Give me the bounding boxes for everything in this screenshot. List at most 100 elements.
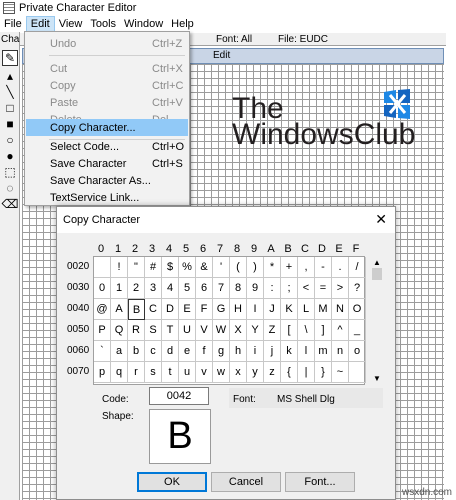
character-cell[interactable]: ] — [315, 320, 332, 341]
cancel-button[interactable]: Cancel — [211, 472, 281, 492]
character-cell[interactable]: < — [298, 278, 315, 299]
character-cell[interactable]: Q — [111, 320, 128, 341]
character-cell[interactable]: V — [196, 320, 213, 341]
character-cell[interactable]: 5 — [179, 278, 196, 299]
character-cell[interactable]: I — [247, 299, 264, 320]
menu-help[interactable]: Help — [167, 16, 198, 32]
character-cell[interactable]: f — [196, 341, 213, 362]
character-cell[interactable]: l — [298, 341, 315, 362]
menu-item-paste[interactable]: Paste Ctrl+V — [26, 94, 188, 111]
character-cell[interactable]: . — [332, 257, 349, 278]
character-cell[interactable]: K — [281, 299, 298, 320]
character-cell[interactable]: U — [179, 320, 196, 341]
character-cell[interactable]: a — [111, 341, 128, 362]
menu-item-save-character[interactable]: Save Character Ctrl+S — [26, 155, 188, 172]
character-cell[interactable]: w — [213, 362, 230, 383]
character-cell[interactable]: n — [332, 341, 349, 362]
character-table[interactable]: ! " # $% & '() * +, -./ 0 1 2 3 4 5 6 7 8 9:; < = >? @ A B C D E F G H… — [93, 256, 366, 385]
character-cell[interactable]: z — [264, 362, 281, 383]
character-cell[interactable]: X — [230, 320, 247, 341]
menu-item-save-character-as[interactable]: Save Character As... — [26, 172, 188, 189]
character-cell[interactable]: ' — [213, 257, 230, 278]
character-cell[interactable]: d — [162, 341, 179, 362]
character-cell[interactable]: 4 — [162, 278, 179, 299]
rectangular-selection-tool-icon[interactable]: ⬚ — [2, 164, 18, 180]
character-cell[interactable]: m — [315, 341, 332, 362]
character-cell[interactable]: } — [315, 362, 332, 383]
character-cell[interactable]: ; — [281, 278, 298, 299]
character-cell[interactable]: + — [281, 257, 298, 278]
character-cell[interactable]: T — [162, 320, 179, 341]
character-cell[interactable]: | — [298, 362, 315, 383]
character-cell[interactable]: o — [349, 341, 366, 362]
character-cell[interactable]: ( — [230, 257, 247, 278]
character-cell[interactable]: c — [145, 341, 162, 362]
character-cell[interactable]: p — [94, 362, 111, 383]
character-cell[interactable]: Y — [247, 320, 264, 341]
character-cell[interactable]: G — [213, 299, 230, 320]
menu-view[interactable]: View — [55, 16, 87, 32]
character-cell[interactable]: [ — [281, 320, 298, 341]
menu-item-undo[interactable]: Undo Ctrl+Z — [26, 35, 188, 52]
character-cell[interactable]: 3 — [145, 278, 162, 299]
character-cell[interactable]: _ — [349, 320, 366, 341]
menu-file[interactable]: File — [0, 16, 26, 32]
character-cell[interactable]: R — [128, 320, 145, 341]
menu-item-cut[interactable]: Cut Ctrl+X — [26, 60, 188, 77]
character-cell[interactable]: B — [128, 299, 145, 320]
character-cell[interactable]: 6 — [196, 278, 213, 299]
character-cell[interactable]: $ — [162, 257, 179, 278]
character-cell[interactable]: L — [298, 299, 315, 320]
character-cell[interactable]: - — [315, 257, 332, 278]
character-cell[interactable]: N — [332, 299, 349, 320]
character-cell[interactable]: h — [230, 341, 247, 362]
filled-ellipse-tool-icon[interactable]: ● — [2, 148, 18, 164]
character-cell[interactable]: ! — [111, 257, 128, 278]
menu-window[interactable]: Window — [120, 16, 167, 32]
menu-tools[interactable]: Tools — [86, 16, 120, 32]
character-cell[interactable]: 7 — [213, 278, 230, 299]
character-cell[interactable]: E — [179, 299, 196, 320]
character-cell[interactable]: ^ — [332, 320, 349, 341]
character-cell[interactable]: x — [230, 362, 247, 383]
character-cell[interactable]: e — [179, 341, 196, 362]
character-cell[interactable]: " — [128, 257, 145, 278]
character-cell[interactable]: u — [179, 362, 196, 383]
character-cell[interactable]: Z — [264, 320, 281, 341]
menu-item-textservice-link[interactable]: TextService Link... — [26, 189, 188, 206]
menu-item-copy[interactable]: Copy Ctrl+C — [26, 77, 188, 94]
hollow-rectangle-tool-icon[interactable]: □ — [2, 100, 18, 116]
pencil-tool-icon[interactable]: ✎ — [2, 50, 18, 66]
character-cell[interactable]: & — [196, 257, 213, 278]
character-cell[interactable]: M — [315, 299, 332, 320]
character-cell[interactable]: H — [230, 299, 247, 320]
character-cell[interactable]: k — [281, 341, 298, 362]
filled-rectangle-tool-icon[interactable]: ■ — [2, 116, 18, 132]
character-cell[interactable]: t — [162, 362, 179, 383]
hollow-ellipse-tool-icon[interactable]: ○ — [2, 132, 18, 148]
character-cell[interactable]: J — [264, 299, 281, 320]
table-scrollbar[interactable]: ▲ ▼ — [370, 256, 384, 385]
close-icon[interactable]: ✕ — [375, 211, 387, 228]
menu-item-select-code[interactable]: Select Code... Ctrl+O — [26, 138, 188, 155]
character-cell[interactable]: : — [264, 278, 281, 299]
character-cell[interactable]: % — [179, 257, 196, 278]
character-cell[interactable]: { — [281, 362, 298, 383]
freeform-selection-tool-icon[interactable]: ◌ — [2, 180, 18, 196]
character-cell[interactable]: 8 — [230, 278, 247, 299]
brush-tool-icon[interactable]: ▴ — [2, 68, 18, 84]
character-cell[interactable]: y — [247, 362, 264, 383]
character-cell[interactable]: O — [349, 299, 366, 320]
character-cell[interactable]: ~ — [332, 362, 349, 383]
eraser-tool-icon[interactable]: ⌫ — [2, 196, 19, 212]
scroll-up-icon[interactable]: ▲ — [373, 258, 381, 267]
character-cell[interactable]: b — [128, 341, 145, 362]
character-cell[interactable]: @ — [94, 299, 111, 320]
character-cell[interactable]: / — [349, 257, 366, 278]
character-cell[interactable]: = — [315, 278, 332, 299]
character-cell[interactable]: \ — [298, 320, 315, 341]
character-cell[interactable]: P — [94, 320, 111, 341]
character-cell[interactable] — [349, 362, 366, 383]
character-cell[interactable]: g — [213, 341, 230, 362]
character-cell[interactable]: D — [162, 299, 179, 320]
